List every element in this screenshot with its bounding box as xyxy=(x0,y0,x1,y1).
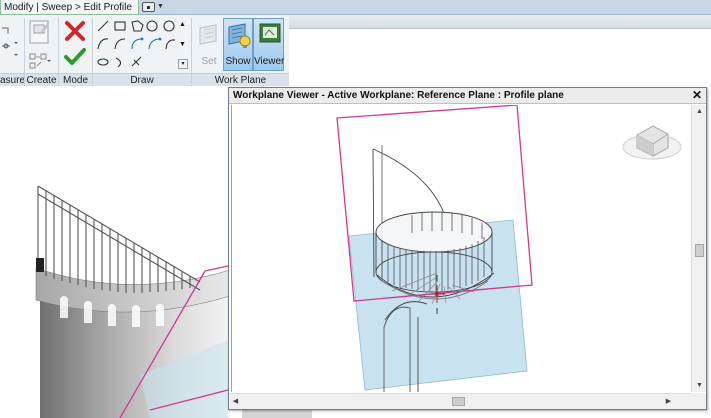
create-component-icon[interactable] xyxy=(27,19,53,47)
viewport-icon xyxy=(142,2,155,12)
scroll-up-icon[interactable]: ▲ xyxy=(179,21,186,28)
set-button-label: Set xyxy=(201,56,217,67)
vertical-scrollbar[interactable]: ▲ ▼ xyxy=(691,105,706,392)
horizontal-scrollbar[interactable]: ◀ ▶ xyxy=(229,393,691,409)
draw-scroll-strip[interactable]: ▲ ▼ ▾ xyxy=(178,21,189,71)
chevron-down-icon: ▼ xyxy=(157,3,164,10)
horizontal-scroll-thumb[interactable] xyxy=(452,397,465,406)
viewer-button-label: Viewer xyxy=(254,56,285,67)
scrollbar-corner xyxy=(691,393,706,409)
viewer-canvas[interactable] xyxy=(231,105,690,392)
show-workplane-button[interactable]: Show xyxy=(223,18,253,71)
group-label-work-plane: Work Plane xyxy=(192,73,289,86)
ribbon-tab-bar: Modify | Sweep > Edit Profile ▼ xyxy=(0,0,711,15)
group-label-create: Create xyxy=(25,73,58,86)
expand-gallery-icon[interactable]: ▾ xyxy=(178,59,188,69)
workplane-viewer-button[interactable]: Viewer xyxy=(253,18,284,71)
group-label-draw: Draw xyxy=(93,73,191,86)
context-tab-edit-profile[interactable]: Modify | Sweep > Edit Profile xyxy=(0,0,139,15)
cancel-edit-mode-icon[interactable] xyxy=(64,20,86,42)
scroll-left-icon[interactable]: ◀ xyxy=(229,394,242,409)
ribbon-empty-area xyxy=(289,15,711,29)
view-cube-icon[interactable] xyxy=(622,125,682,160)
vertical-scroll-thumb[interactable] xyxy=(695,244,704,257)
viewer-titlebar[interactable]: Workplane Viewer - Active Workplane: Ref… xyxy=(229,88,706,104)
scroll-up-icon[interactable]: ▲ xyxy=(692,105,707,118)
scroll-down-icon[interactable]: ▼ xyxy=(692,379,707,392)
profile-plane-view[interactable] xyxy=(232,105,690,392)
finish-edit-mode-icon[interactable] xyxy=(64,47,86,67)
set-workplane-button[interactable]: Set xyxy=(194,18,224,71)
workplane-viewer-window[interactable]: Workplane Viewer - Active Workplane: Ref… xyxy=(228,87,707,410)
show-button-label: Show xyxy=(225,56,251,67)
scroll-right-icon[interactable]: ▶ xyxy=(662,394,675,409)
viewer-title: Workplane Viewer - Active Workplane: Ref… xyxy=(233,90,564,101)
measure-tools-icon[interactable] xyxy=(0,20,22,70)
group-label-mode: Mode xyxy=(59,73,92,86)
create-group-icon[interactable] xyxy=(27,51,53,71)
ribbon-panel: asure Create Mode ▲ ▼ ▾ Draw Set Show Vi… xyxy=(0,15,289,86)
scroll-down-icon[interactable]: ▼ xyxy=(179,41,186,48)
close-icon[interactable]: ✕ xyxy=(692,88,702,102)
group-label-measure: asure xyxy=(0,73,26,86)
quick-access-dropdown[interactable]: ▼ xyxy=(142,2,164,12)
workplane-viewer-icon xyxy=(259,23,281,43)
show-workplane-icon xyxy=(228,23,251,48)
set-workplane-icon xyxy=(199,24,217,45)
